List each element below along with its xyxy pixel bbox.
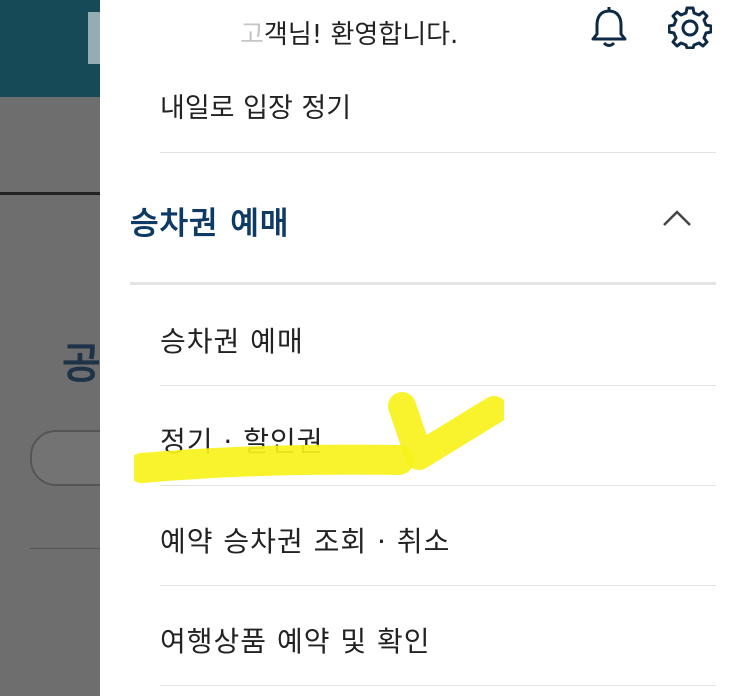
menu-item-label: 여행상품 예약 및 확인 <box>160 625 431 658</box>
section-header-ticket-booking[interactable]: 승차권 예매 <box>130 196 716 250</box>
greeting-text-faded: 고 <box>240 20 264 50</box>
divider <box>160 685 716 686</box>
gear-icon[interactable] <box>667 5 713 50</box>
menu-item-label: 승차권 예매 <box>160 325 304 358</box>
section-divider <box>130 282 716 285</box>
background-line <box>30 548 110 549</box>
menu-item-label: 정기 · 할인권 <box>160 425 324 458</box>
side-menu-drawer: 고객님! 환영합니다. 내일로 입장 정기 승차권 예매 승차권 예매 정기 ·… <box>100 0 750 696</box>
menu-item-previous[interactable]: 내일로 입장 정기 <box>160 94 351 125</box>
chevron-up-icon <box>663 210 691 226</box>
background-title: 공 <box>62 339 101 388</box>
menu-item-ticket-booking[interactable]: 승차권 예매 <box>160 286 716 386</box>
menu-item-travel-package[interactable]: 여행상품 예약 및 확인 <box>160 586 716 686</box>
section-title: 승차권 예매 <box>130 206 290 242</box>
menu-item-reservation-lookup-cancel[interactable]: 예약 승차권 조회 · 취소 <box>160 486 716 586</box>
menu-item-label: 예약 승차권 조회 · 취소 <box>160 525 451 558</box>
bell-icon[interactable] <box>588 6 630 50</box>
background-divider <box>0 192 110 195</box>
greeting-text-main: 객님! 환영합니다. <box>263 20 459 50</box>
menu-item-season-discount-pass[interactable]: 정기 · 할인권 <box>160 386 716 486</box>
greeting-text: 고객님! 환영합니다. <box>240 14 458 51</box>
divider <box>160 152 716 153</box>
